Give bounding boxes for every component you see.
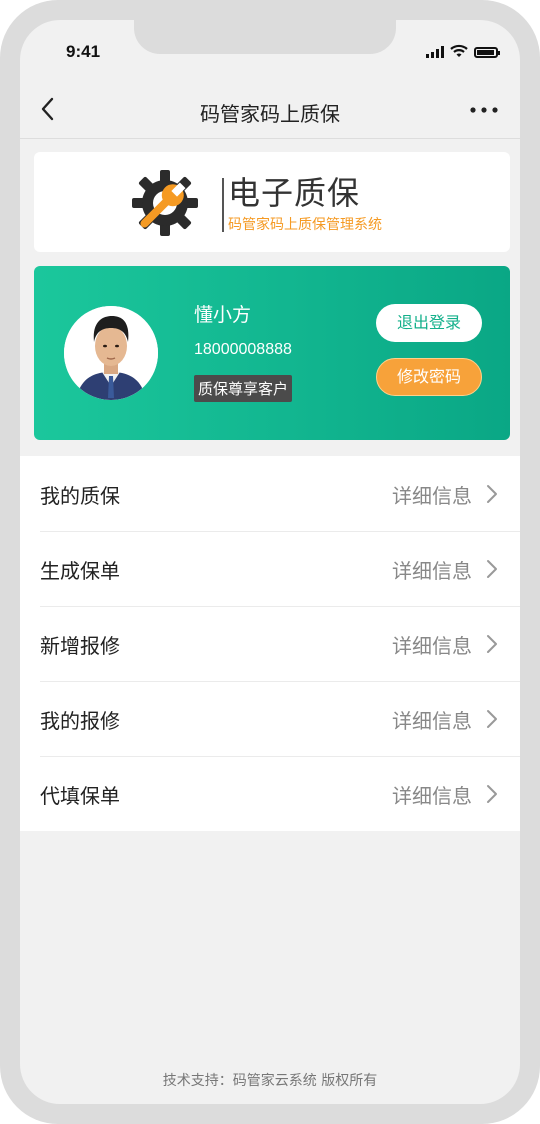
menu-item-detail: 详细信息 [392, 784, 472, 808]
more-dots-icon[interactable] [468, 100, 500, 120]
user-phone: 18000008888 [194, 341, 292, 358]
chevron-right-icon [487, 785, 497, 803]
signal-icon [426, 46, 444, 58]
menu-item-my-warranty[interactable]: 我的质保 详细信息 [20, 456, 520, 531]
brand-subtitle: 码管家码上质保管理系统 [228, 217, 382, 233]
chevron-right-icon [487, 635, 497, 653]
gear-wrench-icon [132, 170, 198, 236]
status-time: 9:41 [66, 42, 101, 61]
brand-title: 电子质保 [228, 174, 361, 212]
menu-item-detail: 详细信息 [392, 709, 472, 733]
brand-card: 电子质保 码管家码上质保管理系统 [34, 152, 510, 252]
menu-item-label: 新增报修 [40, 634, 120, 658]
status-badge: 质保尊享客户 [194, 375, 293, 402]
menu-item-detail: 详细信息 [392, 559, 472, 583]
footer-copyright: 技术支持：码管家云系统 版权所有 [162, 1073, 378, 1089]
user-name: 懂小方 [194, 304, 252, 326]
menu-list: 我的质保 详细信息 生成保单 详细信息 新增报修 详细信息 我的报修 详细信息 … [20, 456, 520, 831]
screen: 9:41 码管家码上质保 电子质保 码管家码上质保管理系统 懂小方 180000… [20, 20, 520, 1104]
logout-button[interactable]: 退出登录 [376, 304, 482, 342]
brand-divider [222, 178, 224, 232]
menu-item-detail: 详细信息 [392, 634, 472, 658]
menu-item-label: 我的报修 [40, 709, 120, 733]
navbar: 码管家码上质保 [20, 82, 520, 139]
wifi-icon [450, 44, 468, 57]
menu-item-label: 生成保单 [40, 559, 120, 583]
avatar [64, 306, 158, 400]
menu-item-label: 代填保单 [40, 784, 120, 808]
menu-item-detail: 详细信息 [392, 484, 472, 508]
menu-item-my-repairs[interactable]: 我的报修 详细信息 [20, 681, 520, 756]
menu-item-generate-policy[interactable]: 生成保单 详细信息 [20, 531, 520, 606]
page-title: 码管家码上质保 [200, 102, 340, 126]
battery-icon [474, 47, 500, 58]
chevron-right-icon [487, 710, 497, 728]
chevron-right-icon [487, 485, 497, 503]
menu-item-new-repair[interactable]: 新增报修 详细信息 [20, 606, 520, 681]
status-icons [426, 44, 500, 58]
change-password-button[interactable]: 修改密码 [376, 358, 482, 396]
notch [134, 20, 396, 54]
menu-item-proxy-policy[interactable]: 代填保单 详细信息 [20, 756, 520, 831]
menu-item-label: 我的质保 [40, 484, 120, 508]
profile-card: 懂小方 18000008888 质保尊享客户 退出登录 修改密码 [34, 266, 510, 440]
chevron-right-icon [487, 560, 497, 578]
